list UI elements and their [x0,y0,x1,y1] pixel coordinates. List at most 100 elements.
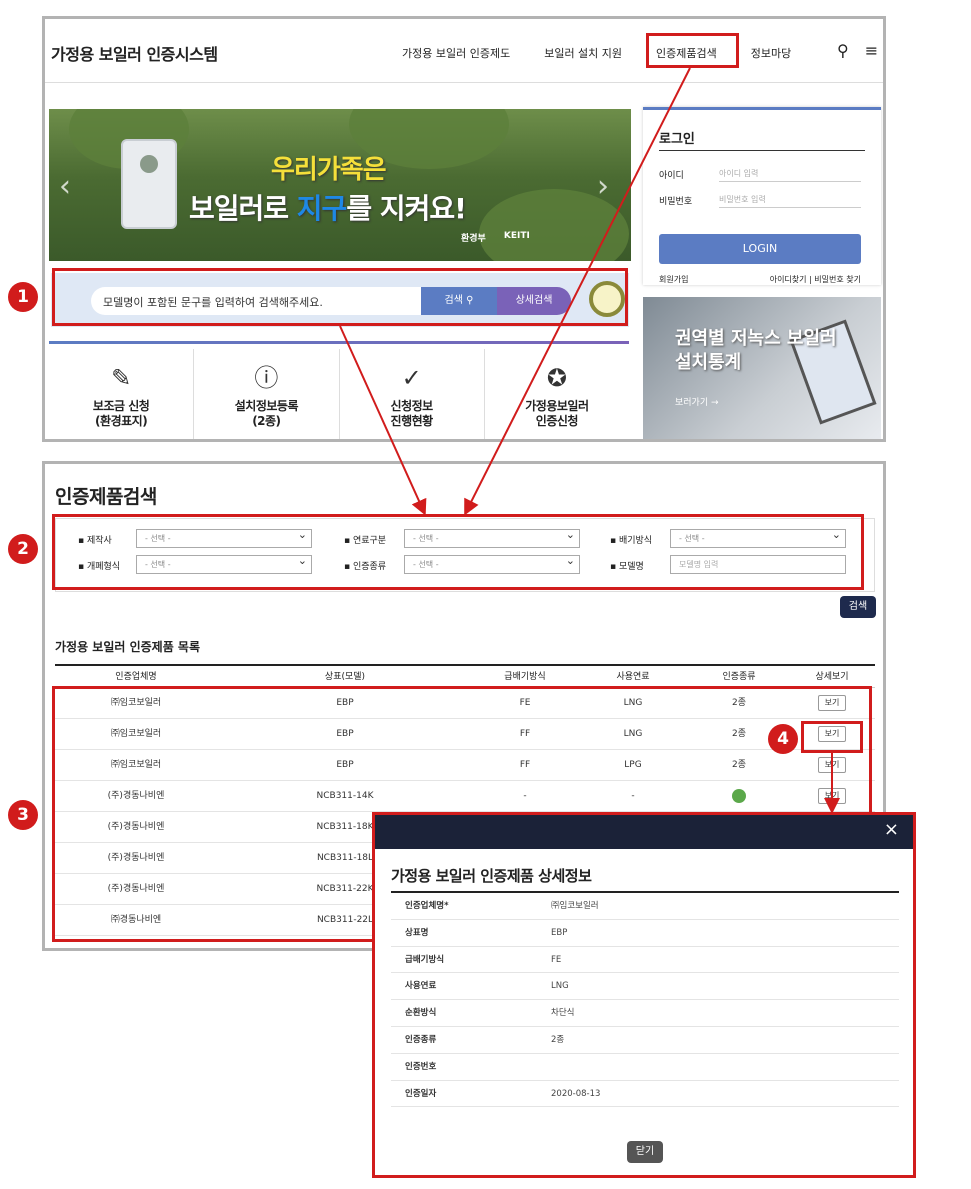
step-badge-2: 2 [8,534,38,564]
detail-value: 2020-08-13 [551,1088,601,1099]
close-icon[interactable]: × [884,819,899,840]
step-badge-1: 1 [8,282,38,312]
pencil-icon: ✎ [111,364,132,392]
join-link[interactable]: 회원가입 [659,274,688,285]
login-button[interactable]: LOGIN [659,234,861,264]
quick-links: ✎ 보조금 신청 (환경표지) ⓘ 설치정보등록 (2종) ✓ 신청정보 진행현… [49,349,629,439]
col-company: 인증업체명 [115,672,157,682]
stats-view-link-label: 보러가기 [675,398,709,408]
modal-header: × [375,815,913,849]
password-label: 비밀번호 [659,197,693,207]
page-title: 인증제품검색 [55,486,157,508]
id-label: 아이디 [659,171,684,181]
detail-row: 인증종류 2종 [391,1027,899,1054]
detail-row: 순환방식 차단식 [391,1000,899,1027]
check-circle-icon: ✓ [401,364,422,392]
detail-key: 인증일자 [405,1088,437,1099]
site-title[interactable]: 가정용 보일러 인증시스템 [51,41,218,65]
login-title: 로그인 [659,132,695,147]
detail-key: 사용연료 [405,981,437,992]
detail-key: 급배기방식 [405,954,445,965]
login-links: 회원가입 아이디찾기 | 비밀번호 찾기 [659,274,861,285]
detail-row: 인증일자 2020-08-13 [391,1081,899,1108]
modal-title: 가정용 보일러 인증제품 상세정보 [391,867,592,885]
detail-key: 인증번호 [405,1061,437,1072]
detail-row: 인증번호 [391,1054,899,1081]
nav-item-install-support[interactable]: 보일러 설치 지원 [527,45,639,61]
quick-link-install-register[interactable]: ⓘ 설치정보등록 (2종) [194,349,340,439]
col-exhaust: 급배기방식 [504,672,546,682]
detail-table: 인증업체명* ㈜임코보일러 상표명 EBP 급배기방식 FE 사용연료 LNG 순환방식… [391,891,899,1108]
id-input[interactable]: 아이디 입력 [719,168,861,182]
chevron-right-icon[interactable]: › [597,169,609,204]
login-divider [659,150,865,151]
step-badge-4: 4 [768,724,798,754]
col-model: 상표(모델) [324,672,366,682]
menu-icon[interactable]: ≡ [865,41,878,60]
quick-link-label: 가정용보일러 인증신청 [525,399,589,428]
product-detail-modal: × 가정용 보일러 인증제품 상세정보 인증업체명* ㈜임코보일러 상표명 EBP … [372,812,916,1178]
login-panel: 로그인 아이디 아이디 입력 비밀번호 비밀번호 입력 LOGIN 회원가입 아… [643,107,881,285]
stats-view-link[interactable]: 보러가기 → [675,395,719,408]
highlight-nav-product-search [646,33,739,68]
detail-value: FE [551,954,562,965]
highlight-quick-search [52,268,628,326]
step-badge-3: 3 [8,800,38,830]
detail-key: 상표명 [405,927,429,938]
award-icon: ✪ [546,364,567,392]
chevron-left-icon[interactable]: ‹ [59,169,71,204]
keiti-logo: KEITI [503,231,530,241]
quick-link-status[interactable]: ✓ 신청정보 진행현황 [340,349,485,439]
quick-link-label: 보조금 신청 (환경표지) [92,399,150,428]
detail-row: 사용연료 LNG [391,973,899,1001]
find-password-link[interactable]: 비밀번호 찾기 [814,275,861,284]
banner-text: 보일러로 [189,192,297,225]
ministry-logo: 환경부 [461,234,486,244]
banner-text: 를 지켜요! [346,192,467,225]
header-icons: ⚲ ≡ [837,41,878,60]
main-nav: 가정용 보일러 인증제도 보일러 설치 지원 인증제품검색 정보마당 [385,45,808,61]
password-input[interactable]: 비밀번호 입력 [719,194,861,208]
detail-value [551,1054,899,1080]
stats-banner[interactable]: 권역별 저녹스 보일러설치통계 보러가기 → [643,297,881,439]
col-fuel: 사용연료 [616,672,650,682]
homepage-screenshot: 가정용 보일러 인증시스템 가정용 보일러 인증제도 보일러 설치 지원 인증제… [42,16,886,442]
banner-logos: 환경부 KEITI [461,231,530,244]
detail-row: 급배기방식 FE [391,947,899,974]
table-header: 인증업체명 상표(모델) 급배기방식 사용연료 인증종류 상세보기 [55,666,875,688]
nav-item-info[interactable]: 정보마당 [734,45,808,61]
modal-close-button[interactable]: 닫기 [627,1141,663,1163]
find-id-link[interactable]: 아이디찾기 [770,275,807,284]
detail-row: 상표명 EBP [391,920,899,947]
info-icon: ⓘ [254,364,279,392]
main-banner[interactable]: 우리가족은 보일러로 지구를 지켜요! 환경부 KEITI ‹ › [49,109,631,261]
col-cert: 인증종류 [722,672,756,682]
filter-search-button[interactable]: 검색 [840,596,876,618]
banner-headline-1: 우리가족은 [271,155,387,185]
stats-title-line: 설치통계 [675,352,742,373]
quick-link-label: 설치정보등록 (2종) [234,399,299,428]
quick-link-subsidy[interactable]: ✎ 보조금 신청 (환경표지) [49,349,195,439]
highlight-filters [52,514,864,590]
quick-link-cert-apply[interactable]: ✪ 가정용보일러 인증신청 [485,349,629,439]
detail-value: ㈜임코보일러 [551,901,599,911]
col-detail: 상세보기 [815,672,849,682]
boiler-image [121,139,177,229]
stats-banner-title: 권역별 저녹스 보일러설치통계 [675,327,837,375]
divider-line [49,341,629,344]
detail-value: 2종 [551,1034,565,1045]
search-icon[interactable]: ⚲ [837,41,849,60]
banner-headline-2: 보일러로 지구를 지켜요! [189,187,467,227]
highlight-view-button [801,721,863,753]
stats-title-line: 권역별 저녹스 보일러 [675,328,837,349]
banner-text-highlight: 지구 [296,192,348,225]
detail-key: 인증업체명* [405,901,449,911]
list-title: 가정용 보일러 인증제품 목록 [55,640,201,654]
nav-item-cert-system[interactable]: 가정용 보일러 인증제도 [385,45,527,61]
detail-value: 차단식 [551,1008,575,1019]
detail-key: 인증종류 [405,1034,437,1045]
detail-value: LNG [551,981,569,992]
header-divider [45,82,883,83]
detail-key: 순환방식 [405,1008,437,1019]
quick-link-label: 신청정보 진행현황 [390,399,434,428]
